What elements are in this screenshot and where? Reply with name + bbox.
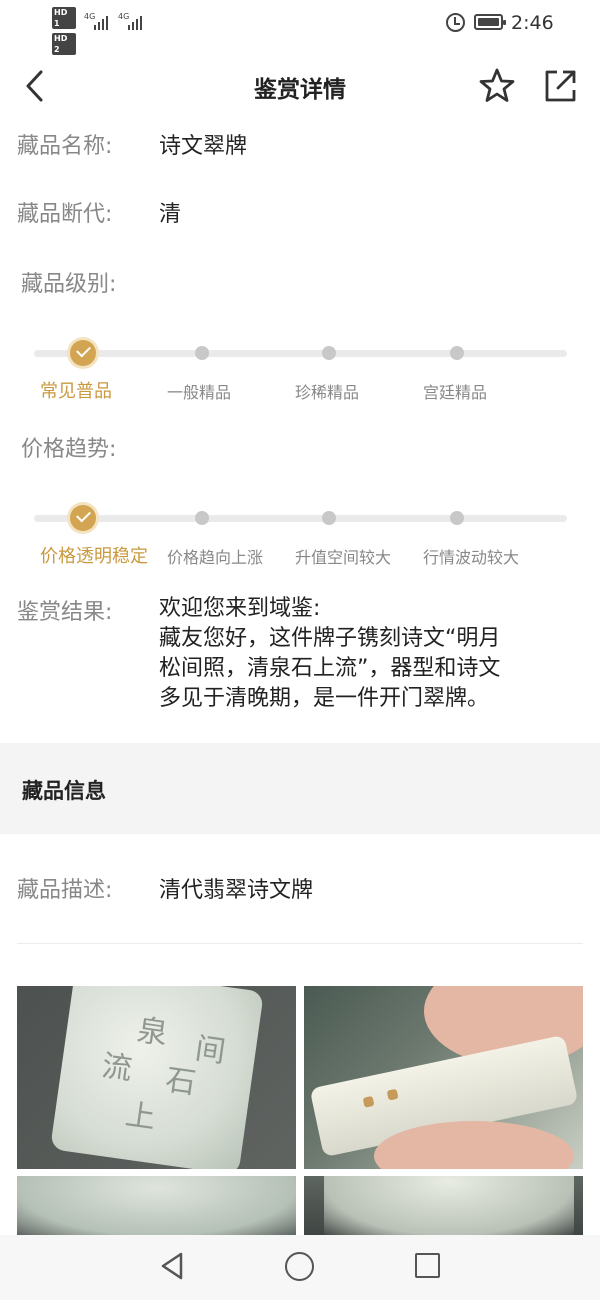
price-step-dot[interactable] [322, 511, 336, 525]
sim2-badge: HD 2 [52, 33, 76, 55]
grade-step-dot[interactable] [195, 346, 209, 360]
name-value: 诗文翠牌 [159, 134, 248, 159]
nav-recent-icon[interactable] [415, 1253, 440, 1278]
collection-info-header: 藏品信息 [0, 743, 600, 834]
carved-glyph: 流 [99, 1048, 135, 1088]
carved-glyph: 上 [123, 1097, 158, 1137]
jade-hole [386, 1088, 399, 1101]
grade-step-label: 宫廷精品 [423, 383, 488, 402]
jade-pendant-image: 泉 流 石 上 间 [50, 986, 264, 1169]
carved-glyph: 泉 [134, 1013, 170, 1052]
grade-label: 藏品级别: [21, 272, 117, 297]
description-value: 清代翡翠诗文牌 [159, 878, 314, 903]
status-bar: HD 1 HD 2 4G 4G 2:46 [0, 0, 600, 55]
favorite-button[interactable] [478, 67, 516, 105]
price-step-label: 价格透明稳定 [40, 546, 148, 567]
grade-track [34, 350, 567, 357]
star-icon [479, 68, 515, 102]
dynasty-label: 藏品断代: [17, 202, 113, 227]
jade-photo-1[interactable]: 泉 流 石 上 间 [17, 986, 296, 1169]
description-label: 藏品描述: [17, 878, 113, 903]
status-time: 2:46 [511, 12, 554, 34]
jade-photo-3[interactable] [17, 1176, 296, 1236]
grade-step-dot[interactable] [322, 346, 336, 360]
nav-back-button[interactable] [156, 1249, 190, 1283]
price-step-label: 升值空间较大 [295, 548, 392, 567]
share-button[interactable] [541, 67, 579, 105]
grade-step-dot[interactable] [450, 346, 464, 360]
system-nav-bar [0, 1235, 600, 1300]
share-icon [545, 70, 576, 102]
name-label: 藏品名称: [17, 134, 113, 159]
nav-home-icon[interactable] [285, 1252, 314, 1281]
result-line: 多见于清晚期，是一件开门翠牌。 [159, 686, 490, 711]
sim-indicators: HD 1 HD 2 [52, 7, 80, 59]
price-step-label: 行情波动较大 [423, 548, 520, 567]
sim1-badge: HD 1 [52, 7, 76, 29]
jade-photo-2[interactable] [304, 986, 583, 1169]
price-trend-stepper: 价格透明稳定 价格趋向上涨 升值空间较大 行情波动较大 [0, 490, 600, 580]
jade-photo-image [324, 1176, 574, 1236]
result-line: 松间照，清泉石上流”，器型和诗文 [159, 656, 501, 681]
jade-photo-4[interactable] [304, 1176, 583, 1236]
jade-photo-image [17, 1176, 296, 1236]
price-step-dot[interactable] [195, 511, 209, 525]
price-trend-label: 价格趋势: [21, 437, 117, 462]
result-text: 欢迎您来到域鉴: 藏友您好，这件牌子镌刻诗文“明月 松间照，清泉石上流”，器型和… [159, 594, 559, 714]
divider [17, 943, 583, 944]
price-step-label: 价格趋向上涨 [167, 548, 264, 567]
price-step-check-icon[interactable] [67, 502, 99, 534]
result-label: 鉴赏结果: [17, 600, 113, 625]
dynasty-value: 清 [159, 202, 182, 227]
price-trend-track [34, 515, 567, 522]
signal-icon [128, 14, 142, 30]
alarm-icon [446, 13, 465, 32]
grade-step-label: 一般精品 [167, 383, 232, 402]
section-title: 藏品信息 [22, 779, 106, 803]
grade-step-label: 珍稀精品 [295, 383, 360, 402]
result-line: 藏友您好，这件牌子镌刻诗文“明月 [159, 626, 501, 651]
grade-stepper: 常见普品 一般精品 珍稀精品 宫廷精品 [0, 325, 600, 415]
battery-icon [474, 14, 506, 30]
carved-glyph: 间 [192, 1031, 228, 1071]
grade-step-check-icon[interactable] [67, 337, 99, 369]
app-header: 鉴赏详情 [0, 58, 600, 114]
result-line: 欢迎您来到域鉴: [159, 596, 321, 621]
price-step-dot[interactable] [450, 511, 464, 525]
jade-hole [362, 1095, 375, 1108]
signal-icon [94, 14, 108, 30]
nav-back-icon [161, 1252, 183, 1280]
grade-step-label: 常见普品 [40, 381, 112, 402]
